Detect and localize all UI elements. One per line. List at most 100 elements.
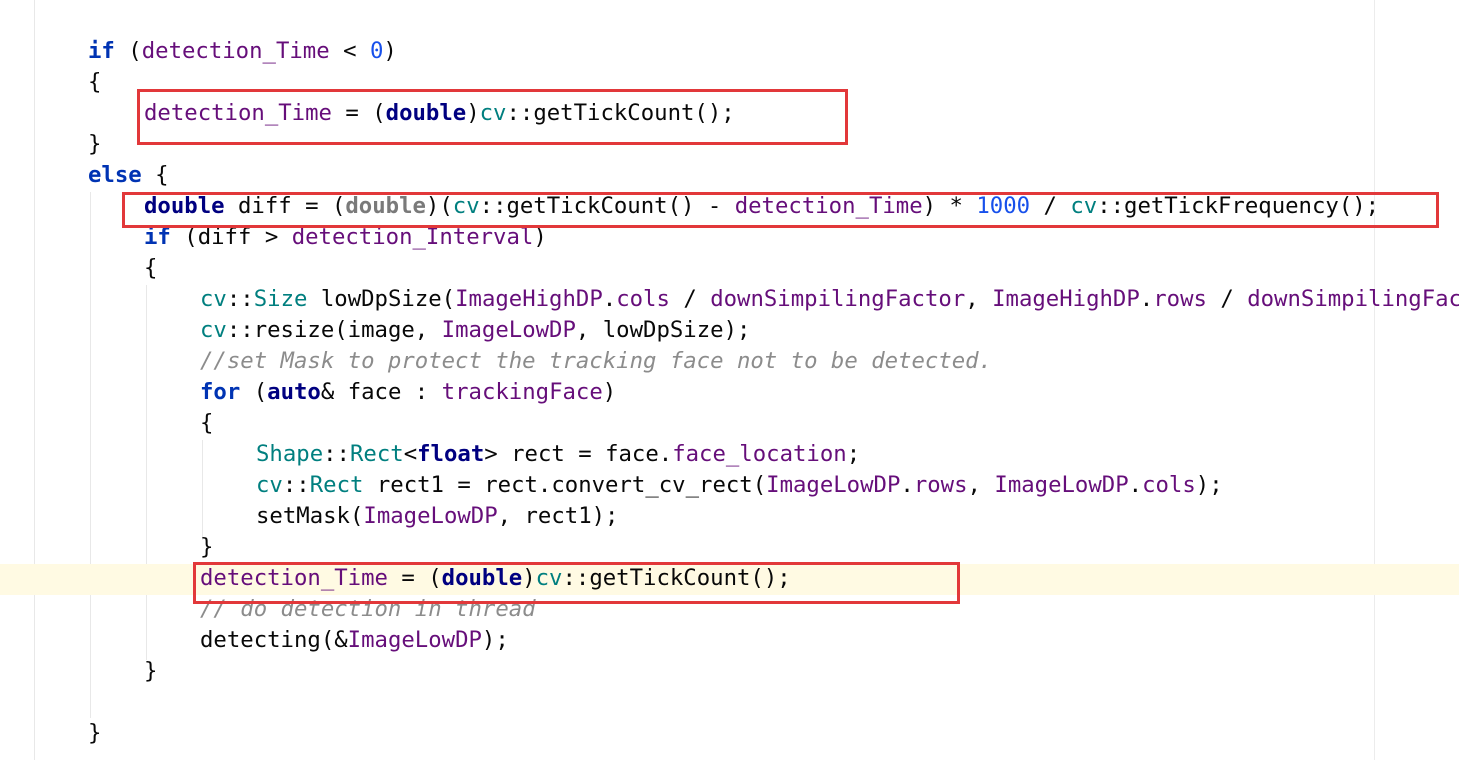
code-line[interactable]: { bbox=[88, 67, 101, 98]
code-token: setMask( bbox=[256, 503, 364, 529]
code-token: cv bbox=[452, 193, 480, 219]
code-token: rows bbox=[1153, 286, 1207, 312]
code-token: diff = ( bbox=[224, 193, 346, 219]
code-line[interactable]: detection_Time = (double)cv::getTickCoun… bbox=[200, 563, 791, 594]
code-line[interactable]: Shape::Rect<float> rect = face.face_loca… bbox=[256, 439, 860, 470]
code-token: = ( bbox=[387, 565, 442, 591]
code-token: ImageLowDP bbox=[994, 472, 1129, 498]
code-token: Shape bbox=[256, 441, 324, 467]
code-token: ; bbox=[846, 441, 861, 467]
code-token: double bbox=[144, 193, 225, 219]
code-token: Size bbox=[253, 286, 308, 312]
code-line[interactable]: } bbox=[200, 532, 213, 563]
code-token: rows bbox=[913, 472, 968, 498]
code-token: for bbox=[200, 379, 241, 405]
code-token: ::getTickCount(); bbox=[506, 100, 735, 126]
indent-guide bbox=[90, 192, 91, 718]
indent-guide bbox=[202, 440, 203, 540]
code-token: ) bbox=[466, 100, 480, 126]
code-line[interactable]: else { bbox=[88, 160, 169, 191]
code-token: / bbox=[1206, 286, 1248, 312]
code-token: < bbox=[329, 38, 370, 64]
code-token: > rect = face. bbox=[484, 441, 673, 467]
code-token: float bbox=[417, 441, 485, 467]
code-token: :: bbox=[323, 441, 350, 467]
code-token: & face : bbox=[320, 379, 442, 405]
code-token: cols bbox=[616, 286, 670, 312]
code-token: detecting(& bbox=[200, 627, 348, 653]
code-token: // do detection in thread bbox=[200, 596, 536, 622]
code-token: detection_Time bbox=[734, 193, 923, 219]
code-token: downSimpilingFactor bbox=[710, 286, 966, 312]
code-token: ::resize(image, bbox=[226, 317, 442, 343]
code-token: . bbox=[900, 472, 914, 498]
code-token: ImageHighDP bbox=[992, 286, 1140, 312]
code-token: { bbox=[200, 410, 214, 436]
code-token: ImageLowDP bbox=[363, 503, 498, 529]
code-line[interactable]: detecting(&ImageLowDP); bbox=[200, 625, 509, 656]
code-token: / bbox=[1030, 193, 1071, 219]
code-token: } bbox=[88, 131, 102, 157]
code-line[interactable]: if (detection_Time < 0) bbox=[88, 36, 397, 67]
code-token: cols bbox=[1142, 472, 1196, 498]
code-token: trackingFace bbox=[441, 379, 603, 405]
code-token: . bbox=[602, 286, 617, 312]
code-token: ) * bbox=[922, 193, 977, 219]
code-token: ) bbox=[533, 224, 547, 250]
code-token: ImageLowDP bbox=[441, 317, 576, 343]
code-token: )( bbox=[425, 193, 453, 219]
code-token: double bbox=[345, 193, 426, 219]
code-token: rect1 = rect.convert_cv_rect( bbox=[363, 472, 767, 498]
code-line[interactable]: // do detection in thread bbox=[200, 594, 536, 625]
code-line[interactable]: } bbox=[88, 129, 101, 160]
code-token: lowDpSize( bbox=[307, 286, 456, 312]
code-token: :: bbox=[282, 472, 310, 498]
code-token: detection_Time bbox=[144, 100, 332, 126]
code-token: , rect1); bbox=[497, 503, 619, 529]
code-token: 1000 bbox=[976, 193, 1031, 219]
code-token: . bbox=[1139, 286, 1154, 312]
code-line[interactable]: detection_Time = (double)cv::getTickCoun… bbox=[144, 98, 735, 129]
right-margin-guide bbox=[1374, 0, 1375, 760]
code-editor[interactable]: if (detection_Time < 0){detection_Time =… bbox=[0, 0, 1459, 760]
code-line[interactable]: setMask(ImageLowDP, rect1); bbox=[256, 501, 618, 532]
code-line[interactable]: } bbox=[144, 656, 157, 687]
code-token: 0 bbox=[369, 38, 384, 64]
code-token: { bbox=[88, 69, 102, 95]
code-token: auto bbox=[267, 379, 321, 405]
code-token: { bbox=[144, 255, 158, 281]
indent-guide bbox=[34, 0, 35, 760]
code-token: / bbox=[669, 286, 711, 312]
code-token: , bbox=[967, 472, 995, 498]
code-token: (diff > bbox=[170, 224, 292, 250]
code-token: detection_Time bbox=[141, 38, 330, 64]
code-line[interactable]: //set Mask to protect the tracking face … bbox=[200, 346, 992, 377]
code-line[interactable]: } bbox=[88, 718, 101, 749]
code-line[interactable]: cv::resize(image, ImageLowDP, lowDpSize)… bbox=[200, 315, 750, 346]
code-token: ) bbox=[383, 38, 397, 64]
code-token: cv bbox=[1070, 193, 1098, 219]
code-line[interactable]: { bbox=[144, 253, 157, 284]
code-token: //set Mask to protect the tracking face … bbox=[200, 348, 993, 374]
code-token: if bbox=[88, 38, 115, 64]
code-token: cv bbox=[256, 472, 283, 498]
code-line[interactable]: for (auto& face : trackingFace) bbox=[200, 377, 616, 408]
code-line[interactable]: cv::Size lowDpSize(ImageHighDP.cols / do… bbox=[200, 284, 1459, 315]
code-token: face_location bbox=[672, 441, 847, 467]
code-line[interactable]: double diff = (double)(cv::getTickCount(… bbox=[144, 191, 1379, 222]
code-token: Rect bbox=[309, 472, 364, 498]
code-token: ImageLowDP bbox=[347, 627, 482, 653]
code-line[interactable]: cv::Rect rect1 = rect.convert_cv_rect( Im… bbox=[256, 470, 1223, 501]
code-token: = ( bbox=[331, 100, 386, 126]
code-token: cv bbox=[200, 317, 227, 343]
code-token: } bbox=[200, 534, 214, 560]
code-token: ::getTickFrequency(); bbox=[1097, 193, 1380, 219]
code-token: { bbox=[141, 162, 169, 188]
code-token: } bbox=[88, 720, 102, 746]
code-line[interactable]: { bbox=[200, 408, 213, 439]
code-token: ( bbox=[240, 379, 268, 405]
code-line[interactable]: if (diff > detection_Interval) bbox=[144, 222, 547, 253]
code-token: ::getTickCount(); bbox=[562, 565, 791, 591]
code-token: :: bbox=[226, 286, 254, 312]
code-token: cv bbox=[479, 100, 507, 126]
